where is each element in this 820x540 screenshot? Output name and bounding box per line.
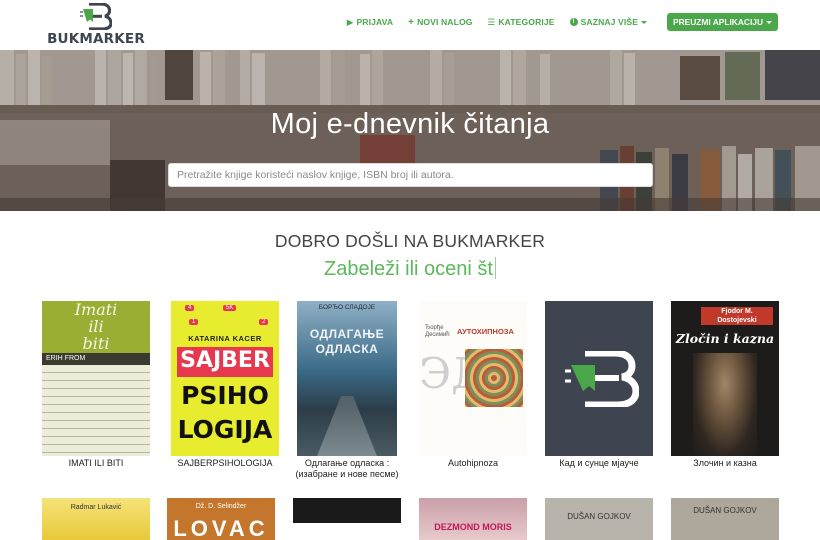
typing-tagline: Zabeleži ili oceni št xyxy=(0,257,820,281)
info-icon: i xyxy=(569,18,578,26)
cover-author: БОРЂО СЛАДОЈЕ xyxy=(318,304,376,311)
book-cover[interactable]: DUŠAN GOJKOV xyxy=(545,498,653,540)
book-search-input[interactable] xyxy=(168,163,653,187)
notification-badge: 2 xyxy=(259,319,269,325)
chevron-down-icon xyxy=(641,20,648,24)
download-app-button[interactable]: PREUZMI APLIKACIJU xyxy=(667,13,778,31)
plus-icon: + xyxy=(408,16,415,28)
notification-badge: 5K xyxy=(223,305,237,311)
book-title[interactable]: IMATI ILI BITI xyxy=(32,458,160,469)
nav-register-link[interactable]: + NOVI NALOG xyxy=(408,17,472,28)
nav-about-dropdown[interactable]: i SAZNAJ VIŠE xyxy=(569,17,648,27)
cover-title-line: Zločin i kazna xyxy=(675,331,775,346)
cover-author: Ђорђе Десимић xyxy=(425,325,450,338)
notification-badge: 1 xyxy=(189,319,199,325)
cover-author: DUŠAN GOJKOV xyxy=(567,512,631,521)
book-cover[interactable] xyxy=(545,301,653,456)
cover-title: Imati ili biti xyxy=(42,301,150,352)
book-cover[interactable]: DEZMOND MORIS xyxy=(419,498,527,540)
book-cover[interactable]: Radmar Lukavić xyxy=(42,498,150,540)
book-title[interactable]: Autohipnoza xyxy=(409,458,537,469)
cover-portrait xyxy=(693,353,757,456)
tagline-text: Zabeleži ili oceni št xyxy=(324,258,493,280)
cover-title-line: SAJBER xyxy=(180,348,270,373)
cover-author: Radmar Lukavić xyxy=(70,504,122,511)
book-title[interactable]: Злочин и казна xyxy=(661,458,789,469)
cover-author: Dž. D. Selindžer xyxy=(195,503,247,510)
cover-author: DEZMOND MORIS xyxy=(434,522,512,532)
cover-author: KATARINA KACER xyxy=(188,334,262,343)
book-title[interactable]: Кад и сунце мјауче xyxy=(535,458,663,469)
hero-title: Moj e-dnevnik čitanja xyxy=(270,108,550,140)
book-title[interactable]: Одлагање одласка : (изабране и нове песм… xyxy=(283,458,411,480)
book-cover[interactable]: Fjodor M. Dostojevski Zločin i kazna xyxy=(671,301,779,456)
cover-badge-row: 4 5K 1 2 xyxy=(175,305,275,331)
typing-cursor xyxy=(494,257,496,279)
book-title[interactable]: SAJBERPSIHOLOGIJA xyxy=(161,458,289,469)
cover-author: DUŠAN GOJKOV xyxy=(693,506,757,515)
cover-concentric-squares xyxy=(465,349,523,407)
cover-title-line: PSIHO xyxy=(181,381,269,410)
nav-links: ▶ PRIJAVA + NOVI NALOG ☰ KATEGORIJE i SA… xyxy=(332,13,778,31)
chevron-down-icon xyxy=(766,20,772,24)
book-cover[interactable]: Dž. D. Selindžer LOVAC xyxy=(167,498,275,540)
nav-categories-label: KATEGORIJE xyxy=(498,17,555,27)
nav-about-label: SAZNAJ VIŠE xyxy=(580,17,639,27)
list-icon: ☰ xyxy=(487,16,496,27)
cover-title-line: АУТОХИПНОЗА xyxy=(457,327,514,336)
nav-register-label: NOVI NALOG xyxy=(417,17,473,27)
cover-author: ERIH FROM xyxy=(46,355,86,362)
bukmarker-placeholder-icon xyxy=(565,351,639,407)
book-cover[interactable]: БОРЂО СЛАДОЈЕ ОДЛАГАЊЕ ОДЛАСКА xyxy=(297,301,397,456)
nav-login-link[interactable]: ▶ PRIJAVA xyxy=(347,17,393,28)
book-cover[interactable]: Imati ili biti ERIH FROM xyxy=(42,301,150,456)
nav-categories-link[interactable]: ☰ KATEGORIJE xyxy=(488,17,555,28)
book-cover[interactable] xyxy=(293,498,401,540)
cover-handwriting xyxy=(42,365,150,456)
login-icon: ▶ xyxy=(346,16,354,27)
cover-title-line: ОДЛАГАЊЕ xyxy=(309,327,385,341)
nav-login-label: PRIJAVA xyxy=(356,17,394,27)
cover-road-image xyxy=(317,396,377,456)
notification-badge: 4 xyxy=(185,305,195,311)
cover-title-line: Imati xyxy=(74,301,118,319)
download-app-label: PREUZMI APLIKACIJU xyxy=(673,17,763,27)
brand-name: BUKMARKER xyxy=(47,31,145,47)
book-cover[interactable]: Ђорђе Десимић АУТОХИПНОЗА ЭД xyxy=(419,301,527,456)
cover-title-line: ili xyxy=(88,317,104,336)
bookmark-logo-icon xyxy=(80,3,112,30)
welcome-heading: DOBRO DOŠLI NA BUKMARKER xyxy=(274,231,546,251)
cover-title-line: biti xyxy=(82,334,110,353)
cover-title-line: ОДЛАСКА xyxy=(315,342,379,356)
book-cover[interactable]: 4 5K 1 2 KATARINA KACER SAJBER PSIHO LOG… xyxy=(171,301,279,456)
cover-author-band: ERIH FROM xyxy=(42,353,150,365)
cover-title-line: LOGIJA xyxy=(177,415,273,444)
cover-title-line: LOVAC xyxy=(173,516,269,540)
cover-author: Fjodor M. Dostojevski xyxy=(717,308,757,324)
hero-banner: Moj e-dnevnik čitanja xyxy=(0,50,820,211)
brand-logo[interactable]: BUKMARKER xyxy=(44,3,148,47)
navbar: BUKMARKER ▶ PRIJAVA + NOVI NALOG ☰ KATEG… xyxy=(0,0,820,50)
book-cover[interactable]: DUŠAN GOJKOV xyxy=(671,498,779,540)
